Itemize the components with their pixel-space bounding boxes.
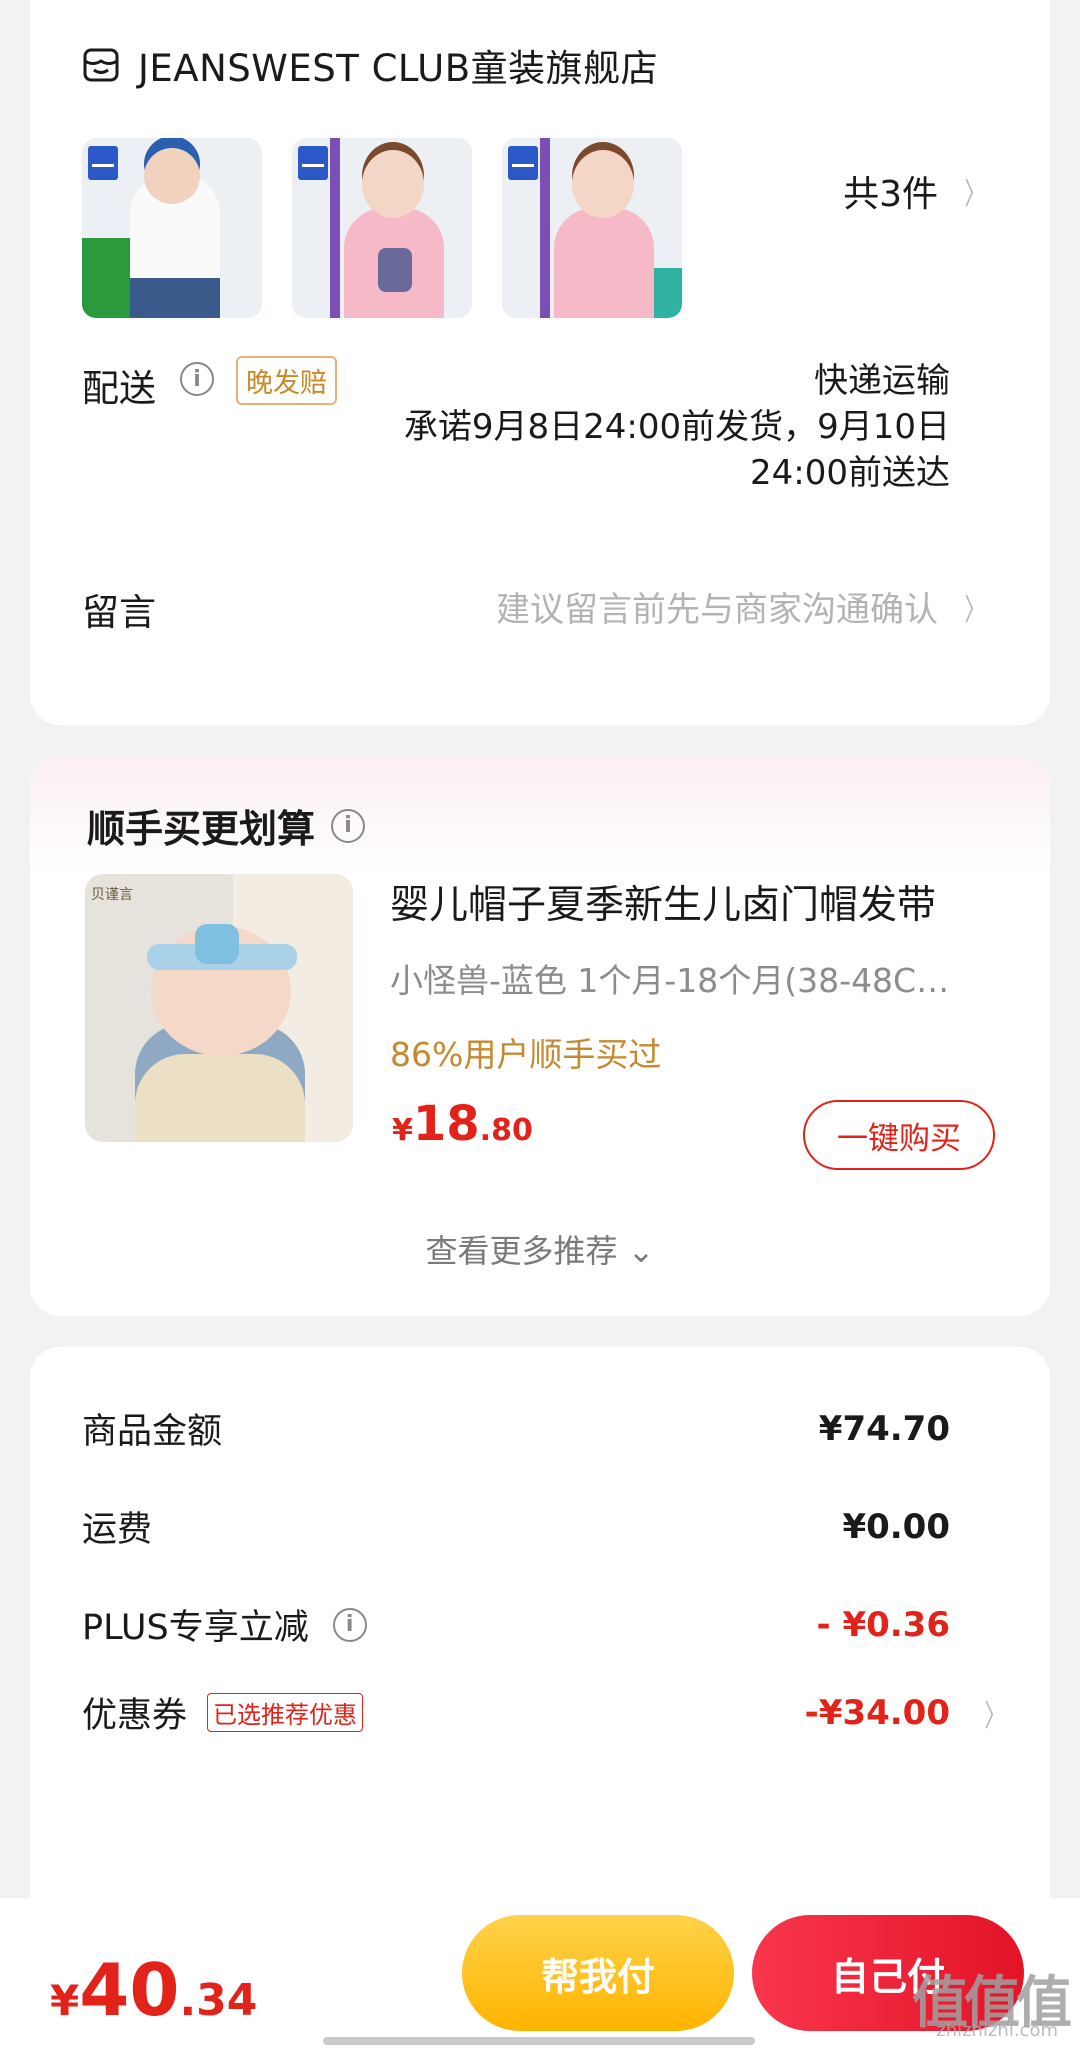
- coupon-label-wrap: 优惠券 已选推荐优惠: [82, 1687, 364, 1738]
- shipping-fee-value: ¥0.00: [842, 1506, 950, 1547]
- coupon-label: 优惠券: [82, 1696, 188, 1736]
- store-name: JEANSWEST CLUB童装旗舰店: [138, 47, 659, 90]
- store-header[interactable]: JEANSWEST CLUB童装旗舰店: [82, 38, 658, 92]
- total-decimal: .34: [179, 1975, 258, 2026]
- shipping-fee-label: 运费: [82, 1510, 153, 1550]
- delivery-promise-line1: 承诺9月8日24:00前发货，9月10日: [403, 407, 950, 447]
- plus-discount-value: - ¥0.36: [816, 1604, 951, 1645]
- watermark-url: zhizhizhi.com: [936, 2020, 1058, 2041]
- total-currency: ¥: [50, 1976, 80, 2025]
- delivery-method: 快递运输: [814, 361, 950, 401]
- goods-amount-row: 商品金额 ¥74.70: [82, 1403, 950, 1454]
- coupon-value: -¥34.00: [804, 1692, 950, 1733]
- product-thumbnail[interactable]: [292, 138, 472, 318]
- store-icon: [83, 48, 119, 82]
- brand-logo-icon: [508, 146, 538, 180]
- message-placeholder: 建议留言前先与商家沟通确认: [496, 590, 938, 630]
- help-me-pay-button[interactable]: 帮我付: [462, 1915, 734, 2031]
- message-input[interactable]: 建议留言前先与商家沟通确认 〉: [496, 582, 990, 631]
- see-more-recommendations[interactable]: 查看更多推荐 ⌄: [30, 1226, 1050, 1272]
- shipping-fee-row: 运费 ¥0.00: [82, 1501, 950, 1552]
- chevron-right-icon: 〉: [964, 177, 986, 212]
- info-icon[interactable]: i: [332, 1607, 367, 1642]
- product-thumbnails[interactable]: [82, 138, 712, 318]
- item-count: 共3件: [843, 174, 938, 215]
- addon-product-spec[interactable]: 小怪兽-蓝色 1个月-18个月(38-48C…: [390, 954, 1010, 1002]
- addon-title-text: 顺手买更划算: [87, 807, 316, 851]
- coupon-row[interactable]: 优惠券 已选推荐优惠 -¥34.00 〉: [82, 1687, 1006, 1738]
- goods-amount-label: 商品金额: [82, 1412, 223, 1452]
- plus-discount-label: PLUS专享立减: [82, 1608, 309, 1648]
- price-decimal: .80: [479, 1113, 533, 1148]
- chevron-right-icon: 〉: [964, 592, 986, 628]
- message-label: 留言: [82, 591, 156, 634]
- total-price: ¥40.34: [50, 1948, 257, 2032]
- price-integer: 18: [412, 1096, 480, 1152]
- addon-social-proof: 86%用户顺手买过: [390, 1035, 662, 1074]
- chevron-right-icon: 〉: [984, 1698, 1006, 1734]
- item-count-link[interactable]: 共3件 〉: [843, 165, 990, 217]
- plus-discount-row: PLUS专享立减 i - ¥0.36: [82, 1599, 950, 1650]
- one-click-buy-button[interactable]: 一键购买: [803, 1100, 995, 1170]
- plus-discount-label-wrap: PLUS专享立减 i: [82, 1599, 367, 1650]
- addon-product-image[interactable]: 贝谨言: [85, 874, 353, 1142]
- price-currency: ¥: [392, 1113, 413, 1148]
- recommended-coupon-badge: 已选推荐优惠: [207, 1693, 364, 1732]
- addon-image-logo: 贝谨言: [91, 887, 133, 903]
- brand-logo-icon: [88, 146, 118, 180]
- info-icon[interactable]: i: [331, 808, 366, 843]
- home-indicator[interactable]: [323, 2037, 755, 2045]
- brand-logo-icon: [298, 146, 328, 180]
- product-thumbnail[interactable]: [502, 138, 682, 318]
- addon-card: 顺手买更划算 i 贝谨言 婴儿帽子夏季新生儿卤门帽发带 小怪兽-蓝色 1个月-1…: [30, 756, 1050, 1316]
- delivery-promise-line2: 24:00前送达: [750, 453, 950, 493]
- info-icon[interactable]: i: [180, 362, 214, 396]
- goods-amount-value: ¥74.70: [818, 1408, 950, 1449]
- delivery-label: 配送: [82, 367, 156, 410]
- product-thumbnail[interactable]: [82, 138, 262, 318]
- addon-section-title: 顺手买更划算 i: [87, 798, 366, 853]
- addon-price: ¥18.80: [392, 1096, 533, 1152]
- addon-product-name[interactable]: 婴儿帽子夏季新生儿卤门帽发带: [390, 874, 936, 930]
- late-compensation-badge: 晚发赔: [236, 356, 337, 405]
- store-card: JEANSWEST CLUB童装旗舰店 共3件 〉 配送 i 晚发赔 快递运输 …: [30, 0, 1050, 725]
- total-integer: 40: [79, 1948, 180, 2032]
- delivery-details: 快递运输 承诺9月8日24:00前发货，9月10日 24:00前送达: [404, 358, 950, 496]
